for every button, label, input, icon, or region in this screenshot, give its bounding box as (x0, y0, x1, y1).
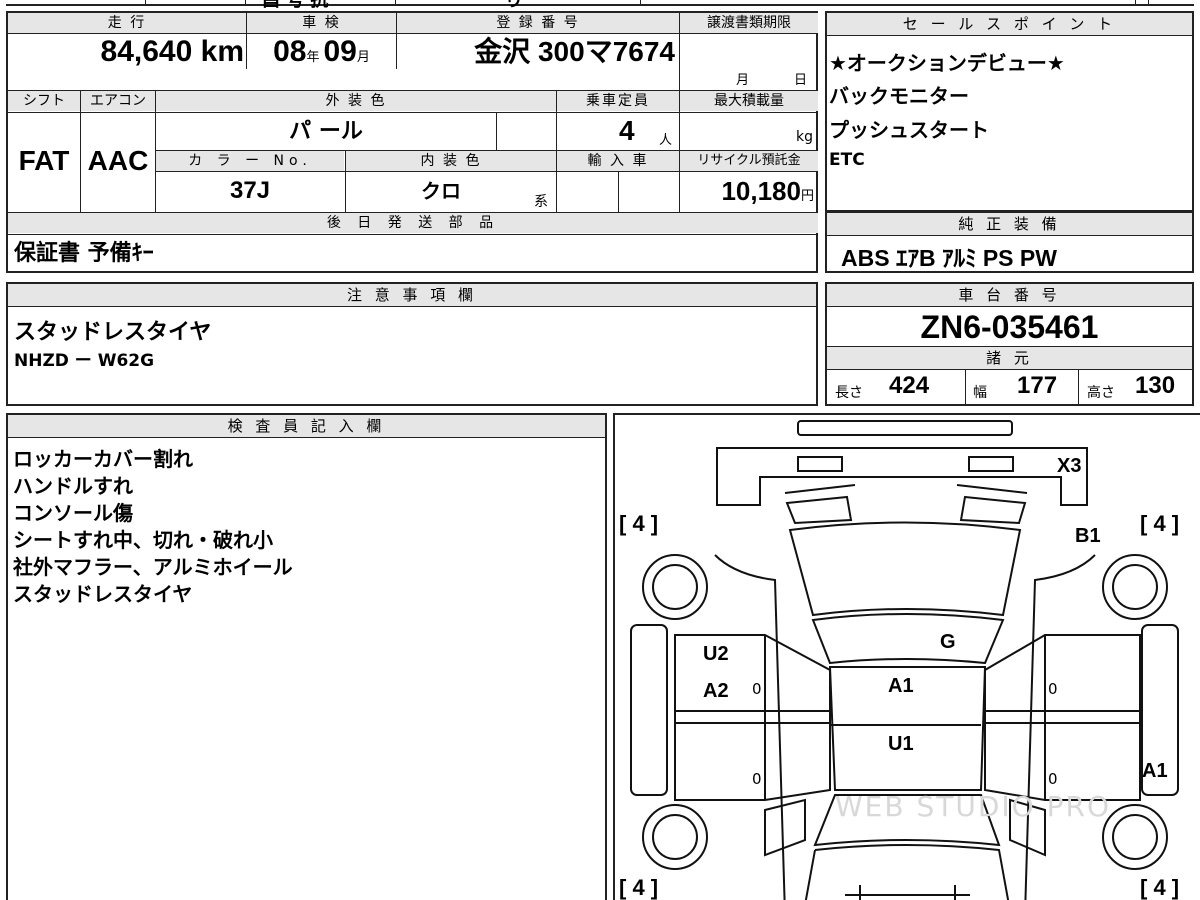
tire-rear-left: [ 4 ] (619, 875, 659, 900)
ac-value: AAC (87, 145, 149, 176)
length-label: 長さ (835, 385, 863, 401)
later-parts-value: 保証書 予備ｷｰ (14, 241, 154, 266)
door-mark-0: 0 (752, 680, 762, 698)
notes-line-2: NHZD ー W62G (14, 351, 155, 371)
capacity-number: 4 (619, 115, 635, 146)
sales-point-2: バックモニター (829, 84, 969, 108)
shift-value: FAT (18, 145, 70, 176)
damage-a1-side: A1 (1142, 760, 1168, 782)
exterior-value: パ ール (289, 119, 363, 144)
ac-label: エアコン (81, 91, 155, 111)
interior-value: クロ (421, 179, 461, 203)
inspector-line-1: ロッカーカバー割れ (13, 447, 193, 471)
interior-suffix: 系 (534, 194, 548, 210)
sales-points-box: セ ー ル ス ポ イ ン ト ★オークションデビュー★ バックモニター プッシ… (825, 11, 1194, 212)
sales-point-3: プッシュスタート (829, 118, 989, 142)
inspector-box: 検 査 員 記 入 欄 ロッカーカバー割れ ハンドルすれ コンソール傷 シートす… (6, 413, 607, 900)
car-diagram-box: [ 4 ] [ 4 ] [ 4 ] [ 4 ] X3 B1 G U2 A2 A1… (613, 413, 1200, 900)
sales-point-1: ★オークションデビュー★ (829, 51, 1065, 75)
equipment-label: 純 正 装 備 (827, 213, 1192, 236)
damage-b1: B1 (1075, 525, 1101, 547)
tire-rear-right: [ 4 ] (1140, 875, 1180, 900)
notes-label: 注 意 事 項 欄 (8, 284, 816, 307)
main-table: 走 行 車 検 登 録 番 号 譲渡書類期限 84,640 km 08年 09月 … (6, 11, 818, 273)
later-parts-label: 後 日 発 送 部 品 (8, 213, 818, 233)
inspector-line-3: コンソール傷 (13, 501, 133, 525)
damage-x3: X3 (1057, 455, 1082, 477)
inspection-month: 09 (323, 35, 357, 68)
registration-label: 登 録 番 号 (397, 13, 679, 33)
inspection-value: 08年 09月 (247, 34, 396, 70)
equipment-box: 純 正 装 備 ABS ｴｱB ｱﾙﾐ PS PW (825, 211, 1194, 273)
notes-box: 注 意 事 項 欄 スタッドレスタイヤ NHZD ー W62G (6, 282, 818, 406)
door-mark-0: 0 (752, 770, 762, 788)
transfer-month: 月 (736, 73, 750, 88)
transfer-day: 日 (794, 73, 808, 88)
height-label: 高さ (1087, 385, 1115, 401)
color-no-value: 37J (229, 177, 271, 204)
recycle-value: 10,180円 (680, 173, 818, 209)
month-unit: 月 (356, 50, 370, 65)
mileage-label: 走 行 (8, 13, 246, 33)
inspection-year: 08 (273, 35, 307, 68)
color-no-label: カ ラ ー No. (156, 151, 344, 171)
inspector-line-6: スタッドレスタイヤ (13, 582, 193, 606)
recycle-label: リサイクル預託金 (680, 151, 818, 171)
chassis-value: ZN6-035461 (920, 309, 1099, 345)
damage-u1: U1 (888, 733, 914, 755)
damage-a1-roof: A1 (888, 675, 914, 697)
door-mark-0: 0 (1048, 770, 1058, 788)
height-value: 130 (1135, 372, 1176, 399)
chassis-label: 車 台 番 号 (827, 284, 1192, 307)
recycle-unit: 円 (800, 189, 814, 204)
inspector-line-2: ハンドルすれ (13, 474, 133, 498)
inspection-label: 車 検 (247, 13, 396, 33)
notes-line-1: スタッドレスタイヤ (14, 320, 212, 345)
registration-value: 金沢 300マ7674 (474, 36, 675, 67)
specs-label: 諸 元 (827, 346, 1192, 370)
import-label: 輸 入 車 (557, 151, 679, 171)
exterior-label: 外 装 色 (156, 91, 556, 111)
shift-label: シフト (8, 91, 80, 111)
capacity-unit: 人 (659, 133, 673, 148)
damage-u2: U2 (703, 643, 729, 665)
width-label: 幅 (973, 385, 987, 401)
damage-a2: A2 (703, 680, 729, 702)
transfer-label: 譲渡書類期限 (680, 13, 818, 33)
tire-front-left: [ 4 ] (619, 511, 659, 536)
mileage-value: 84,640 km (100, 35, 244, 68)
sales-points-label: セ ー ル ス ポ イ ン ト (827, 13, 1192, 36)
capacity-value: 4 人 (557, 113, 679, 149)
recycle-number: 10,180 (721, 176, 801, 206)
sales-point-4: ETC (829, 150, 865, 170)
year-unit: 年 (306, 50, 320, 65)
inspector-line-5: 社外マフラー、アルミホイール (13, 555, 293, 579)
inspector-line-4: シートすれ中、切れ・破れ小 (13, 528, 273, 552)
equipment-value: ABS ｴｱB ｱﾙﾐ PS PW (841, 245, 1057, 271)
max-load-unit: kg (796, 129, 813, 145)
damage-g: G (940, 631, 956, 653)
watermark: WEB STUDIO PRO (835, 790, 1111, 823)
capacity-label: 乗車定員 (557, 91, 679, 111)
width-value: 177 (1017, 372, 1058, 399)
tire-front-right: [ 4 ] (1140, 511, 1180, 536)
inspector-label: 検 査 員 記 入 欄 (8, 415, 605, 438)
chassis-box: 車 台 番 号 ZN6-035461 諸 元 長さ 424 幅 177 高さ 1… (825, 282, 1194, 406)
length-value: 424 (889, 372, 930, 399)
interior-label: 内 装 色 (346, 151, 556, 171)
top-strip: 昌 号 抗 り (0, 0, 1200, 11)
max-load-label: 最大積載量 (680, 91, 818, 111)
door-mark-0: 0 (1048, 680, 1058, 698)
